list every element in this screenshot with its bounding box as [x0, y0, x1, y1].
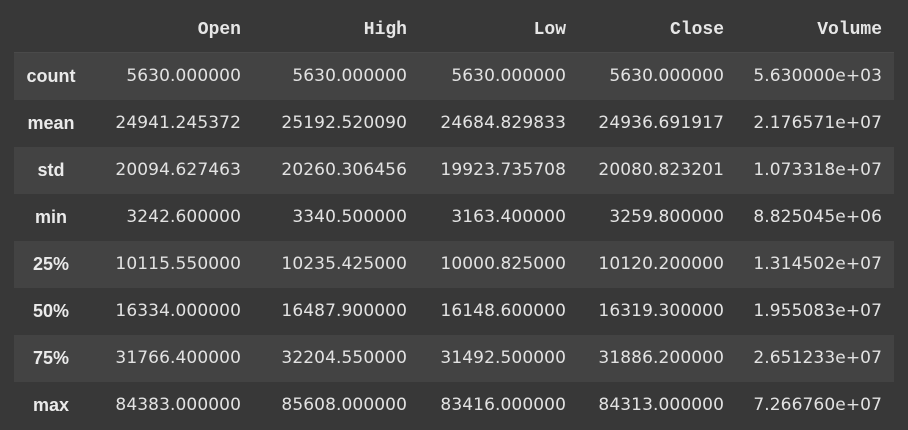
table-cell: 1.073318e+07: [753, 160, 882, 180]
table-cell: 24936.691917: [598, 113, 724, 133]
table-cell: 1.955083e+07: [753, 301, 882, 321]
row-label-25pct: 25%: [32, 253, 70, 274]
row-label-min: min: [34, 206, 67, 227]
table-cell: 83416.000000: [440, 395, 566, 415]
table-row-50pct: 50% 16334.000000 16487.900000 16148.6000…: [14, 287, 894, 335]
table-cell: 31886.200000: [598, 348, 724, 368]
table-cell: 16334.000000: [115, 301, 241, 321]
row-label-max: max: [32, 394, 70, 415]
table-cell: 16319.300000: [598, 301, 724, 321]
table-cell: 3259.800000: [609, 207, 724, 227]
row-label-75pct: 75%: [32, 347, 70, 368]
table-body: count 5630.000000 5630.000000 5630.00000…: [14, 52, 894, 429]
table-row-mean: mean 24941.245372 25192.520090 24684.829…: [14, 99, 894, 147]
table-cell: 3242.600000: [126, 207, 241, 227]
table-row-max: max 84383.000000 85608.000000 83416.0000…: [14, 381, 894, 429]
table-cell: 24684.829833: [440, 113, 566, 133]
table-cell: 32204.550000: [281, 348, 407, 368]
table-cell: 20260.306456: [281, 160, 407, 180]
table-cell: 19923.735708: [440, 160, 566, 180]
describe-output-table: Open High Low Close Volume count 5630.00…: [14, 8, 894, 429]
table-cell: 10115.550000: [115, 254, 241, 274]
table-cell: 16487.900000: [281, 301, 407, 321]
table-cell: 5630.000000: [609, 66, 724, 87]
table-cell: 31766.400000: [115, 348, 241, 368]
table-row-std: std 20094.627463 20260.306456 19923.7357…: [14, 146, 894, 194]
table-cell: 85608.000000: [281, 395, 407, 415]
header-row: Open High Low Close Volume: [14, 8, 894, 53]
table-cell: 5630.000000: [451, 66, 566, 87]
row-label-50pct: 50%: [32, 300, 70, 321]
table-row-75pct: 75% 31766.400000 32204.550000 31492.5000…: [14, 334, 894, 382]
statistics-table: Open High Low Close Volume count 5630.00…: [14, 8, 894, 429]
column-header-open: Open: [88, 8, 253, 53]
table-cell: 20094.627463: [115, 160, 241, 180]
table-cell: 2.651233e+07: [753, 348, 882, 368]
row-label-count: count: [26, 65, 76, 86]
table-cell: 25192.520090: [281, 113, 407, 133]
table-cell: 2.176571e+07: [753, 113, 882, 133]
table-cell: 20080.823201: [598, 160, 724, 180]
table-header: Open High Low Close Volume: [14, 8, 894, 53]
table-cell: 84383.000000: [115, 395, 241, 415]
table-cell: 10000.825000: [440, 254, 566, 274]
table-cell: 3340.500000: [292, 207, 407, 227]
column-header-close: Close: [578, 8, 736, 53]
table-cell: 84313.000000: [598, 395, 724, 415]
table-cell: 16148.600000: [440, 301, 566, 321]
table-cell: 3163.400000: [451, 207, 566, 227]
table-row-25pct: 25% 10115.550000 10235.425000 10000.8250…: [14, 240, 894, 288]
table-row-min: min 3242.600000 3340.500000 3163.400000 …: [14, 193, 894, 241]
table-cell: 10120.200000: [598, 254, 724, 274]
row-label-std: std: [37, 159, 65, 180]
table-cell: 5630.000000: [292, 66, 407, 87]
table-cell: 5630.000000: [126, 66, 241, 87]
table-cell: 31492.500000: [440, 348, 566, 368]
column-header-high: High: [253, 8, 419, 53]
column-header-low: Low: [419, 8, 578, 53]
header-corner-cell: [14, 8, 88, 53]
table-cell: 8.825045e+06: [753, 207, 882, 227]
table-cell: 1.314502e+07: [753, 254, 882, 274]
column-header-volume: Volume: [736, 8, 894, 53]
table-cell: 24941.245372: [115, 113, 241, 133]
table-cell: 7.266760e+07: [753, 395, 882, 415]
table-cell: 10235.425000: [281, 254, 407, 274]
table-row-count: count 5630.000000 5630.000000 5630.00000…: [14, 52, 894, 100]
table-cell: 5.630000e+03: [753, 66, 882, 87]
row-label-mean: mean: [27, 112, 75, 133]
